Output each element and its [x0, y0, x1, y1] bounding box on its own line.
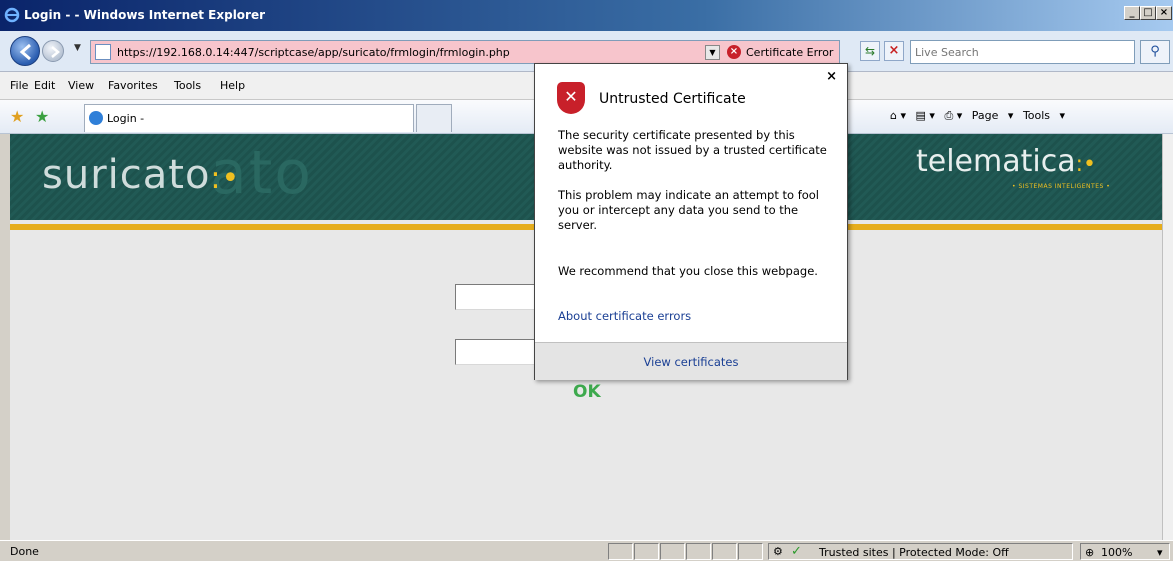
- zoom-level-control[interactable]: ⊕ 100% ▾: [1080, 543, 1170, 560]
- password-field[interactable]: [455, 339, 545, 365]
- untrusted-certificate-popup: × ✕ Untrusted Certificate The security c…: [534, 63, 848, 380]
- minimize-button[interactable]: _: [1124, 6, 1140, 20]
- address-dropdown-button[interactable]: ▼: [705, 45, 720, 60]
- security-zone-icon: ⚙: [773, 545, 783, 558]
- zoom-level: 100%: [1101, 546, 1133, 559]
- search-button[interactable]: ⚲: [1140, 40, 1170, 64]
- favorites-center-icon[interactable]: ★: [10, 107, 24, 126]
- search-icon: ⚲: [1150, 44, 1160, 59]
- menu-favorites[interactable]: Favorites: [108, 79, 158, 92]
- recent-pages-dropdown-icon[interactable]: ▼: [74, 43, 81, 53]
- menu-view[interactable]: View: [68, 79, 94, 92]
- feeds-icon[interactable]: ▤ ▾: [916, 109, 935, 122]
- window-title: Login - - Windows Internet Explorer: [24, 8, 266, 22]
- url-text[interactable]: https://192.168.0.14:447/scriptcase/app/…: [117, 46, 510, 59]
- suricato-logo: suricato:•: [42, 152, 241, 198]
- status-panel: [634, 543, 659, 560]
- shield-error-icon: ✕: [557, 82, 585, 114]
- menu-file[interactable]: File: [10, 79, 28, 92]
- logo-dots-icon: :•: [1075, 152, 1096, 177]
- status-panel: [608, 543, 633, 560]
- forward-arrow-icon: [51, 46, 60, 58]
- title-bar: Login - - Windows Internet Explorer _ □ …: [0, 0, 1173, 31]
- close-window-button[interactable]: ×: [1156, 6, 1172, 20]
- menu-edit[interactable]: Edit: [34, 79, 55, 92]
- close-popup-button[interactable]: ×: [826, 69, 837, 84]
- ok-button[interactable]: OK: [573, 382, 601, 402]
- home-icon[interactable]: ⌂ ▾: [890, 109, 906, 122]
- vertical-scrollbar[interactable]: [1162, 134, 1173, 540]
- zoom-icon: ⊕: [1085, 546, 1095, 559]
- ie-page-icon: [89, 111, 103, 125]
- popup-paragraph-3: We recommend that you close this webpage…: [558, 264, 818, 278]
- back-arrow-icon: [19, 43, 31, 61]
- forward-button[interactable]: [42, 40, 64, 62]
- status-text: Done: [10, 545, 39, 558]
- search-input[interactable]: [915, 42, 1125, 62]
- certificate-error-label: Certificate Error: [746, 46, 834, 59]
- username-field[interactable]: [455, 284, 545, 310]
- new-tab-button[interactable]: [416, 104, 452, 132]
- zoom-dropdown-icon: ▾: [1157, 546, 1163, 559]
- menu-tools[interactable]: Tools: [174, 79, 201, 92]
- tab-login[interactable]: Login -: [84, 104, 414, 132]
- popup-footer: View certificates: [535, 342, 847, 380]
- back-button[interactable]: [10, 36, 40, 66]
- status-panel: [712, 543, 737, 560]
- about-certificate-errors-link[interactable]: About certificate errors: [558, 309, 691, 323]
- page-menu-button[interactable]: Page ▾: [972, 109, 1014, 122]
- telematica-subtitle: • SISTEMAS INTELIGENTES •: [1012, 183, 1111, 190]
- page-icon: [95, 44, 111, 60]
- security-zone-text: Trusted sites | Protected Mode: Off: [819, 546, 1009, 559]
- tools-menu-button[interactable]: Tools ▾: [1023, 109, 1065, 122]
- menu-help[interactable]: Help: [220, 79, 245, 92]
- address-bar[interactable]: https://192.168.0.14:447/scriptcase/app/…: [90, 40, 840, 64]
- status-panel: [738, 543, 763, 560]
- status-bar: Done ⚙ ✓ Trusted sites | Protected Mode:…: [0, 540, 1173, 561]
- popup-paragraph-2: This problem may indicate an attempt to …: [558, 188, 820, 232]
- popup-paragraph-1: The security certificate presented by th…: [558, 128, 827, 172]
- status-panel: [686, 543, 711, 560]
- maximize-button[interactable]: □: [1140, 6, 1156, 20]
- command-bar: ⌂ ▾ ▤ ▾ ⎙ ▾ Page ▾ Tools ▾: [890, 109, 1071, 123]
- certificate-error-icon: ×: [727, 45, 741, 59]
- refresh-button[interactable]: ⇆: [860, 41, 880, 61]
- trusted-check-icon: ✓: [791, 544, 802, 559]
- popup-title: Untrusted Certificate: [599, 91, 746, 107]
- search-box[interactable]: [910, 40, 1135, 64]
- stop-button[interactable]: ×: [884, 41, 904, 61]
- add-favorite-icon[interactable]: ★: [35, 107, 49, 126]
- logo-dots-icon: :•: [210, 161, 241, 196]
- security-zone-panel[interactable]: ⚙ ✓ Trusted sites | Protected Mode: Off: [768, 543, 1073, 560]
- telematica-logo: telematica:•: [916, 144, 1096, 179]
- status-panel: [660, 543, 685, 560]
- view-certificates-link[interactable]: View certificates: [644, 355, 739, 369]
- ie-logo-icon: [4, 7, 20, 23]
- tab-label: Login -: [107, 112, 145, 125]
- print-icon[interactable]: ⎙ ▾: [944, 109, 962, 122]
